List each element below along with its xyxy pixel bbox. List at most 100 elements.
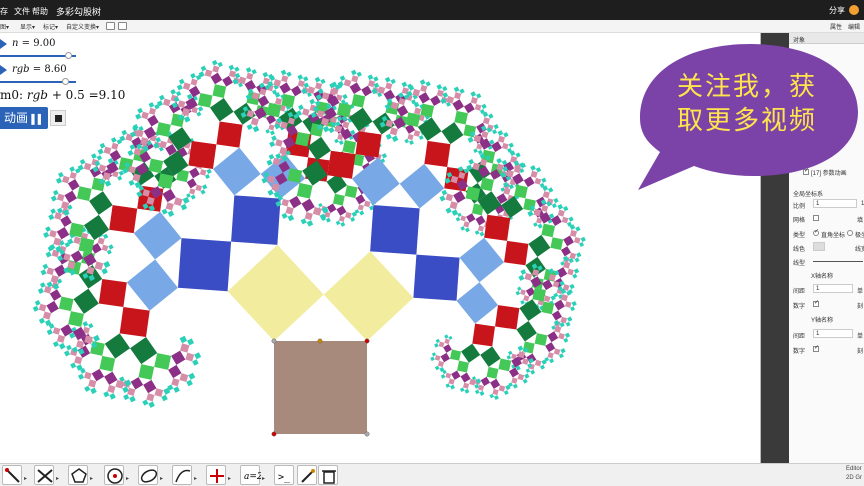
polygon-tool-dropdown[interactable]: ▸ bbox=[90, 475, 97, 484]
tree-square-level-6 bbox=[532, 287, 547, 302]
tree-square-level-9 bbox=[540, 364, 545, 370]
move-tool-icon[interactable] bbox=[2, 465, 22, 485]
toolbar-menu-transform[interactable]: 自定义变换▾ bbox=[66, 22, 99, 31]
tree-square-level-9 bbox=[48, 214, 55, 221]
delete-tool-icon[interactable] bbox=[318, 465, 338, 485]
tree-square-level-8 bbox=[53, 237, 62, 246]
promo-line-2: 取更多视频 bbox=[676, 106, 817, 136]
vertex-point[interactable] bbox=[364, 338, 370, 344]
tree-square-level-9 bbox=[175, 91, 182, 97]
tree-square-level-9 bbox=[580, 236, 586, 243]
user-avatar-icon[interactable] bbox=[849, 5, 859, 15]
vertex-point[interactable] bbox=[364, 431, 370, 437]
tree-square-level-6 bbox=[99, 355, 116, 372]
y-number-checkbox[interactable] bbox=[813, 344, 819, 352]
menu-save[interactable]: 存 bbox=[0, 6, 8, 17]
command-tool-icon[interactable]: >_ bbox=[274, 465, 294, 485]
bottom-toolbar: ▸ ▸ ▸ ▸ ▸ ▸ ▸ a=2 ▸ >_ Editor 2D Gr bbox=[0, 463, 864, 486]
type-polar-radio[interactable] bbox=[847, 230, 853, 236]
tree-square-level-7 bbox=[560, 246, 571, 257]
curve-tool-dropdown[interactable]: ▸ bbox=[194, 475, 201, 484]
curve-tool-icon[interactable] bbox=[172, 465, 192, 485]
tree-square-level-5 bbox=[480, 346, 501, 367]
tree-square-level-6 bbox=[68, 311, 84, 327]
menu-file[interactable]: 文件 bbox=[14, 6, 30, 17]
type-cartesian-radio[interactable] bbox=[813, 228, 819, 236]
tree-square-level-9 bbox=[419, 79, 426, 85]
tree-square-level-3 bbox=[399, 163, 445, 209]
polygon-tool-icon[interactable] bbox=[68, 465, 88, 485]
animation-button[interactable]: 动画 ▌▌ bbox=[0, 107, 48, 129]
tree-square-level-6 bbox=[498, 358, 512, 372]
tree-square-level-7 bbox=[547, 331, 559, 343]
line-width-label: 线宽 bbox=[855, 247, 864, 253]
line-style-preview[interactable] bbox=[813, 261, 863, 262]
tree-square-level-8 bbox=[275, 139, 283, 147]
tree-square-level-8 bbox=[56, 334, 66, 343]
toolbar-menu-display[interactable]: 显示▾ bbox=[20, 22, 35, 31]
vertex-point[interactable] bbox=[271, 338, 277, 344]
play-triangle-icon[interactable] bbox=[0, 65, 7, 75]
conic-tool-icon[interactable] bbox=[138, 465, 158, 485]
tree-square-level-9 bbox=[318, 202, 323, 208]
properties-tab[interactable]: 属性 bbox=[830, 22, 842, 31]
tree-square-level-8 bbox=[103, 146, 112, 155]
tree-square-level-8 bbox=[414, 107, 422, 115]
title-bar: 存 文件 帮助 多彩勾股树 分享 bbox=[0, 0, 864, 20]
tree-square-level-6 bbox=[449, 349, 462, 361]
scale-input[interactable]: 1 bbox=[813, 199, 857, 208]
tree-square-level-9 bbox=[79, 158, 86, 165]
magic-tool-icon[interactable] bbox=[297, 465, 317, 485]
menu-help[interactable]: 帮助 bbox=[32, 6, 48, 17]
tree-square-level-8 bbox=[498, 385, 506, 392]
line-color-swatch[interactable] bbox=[813, 242, 825, 251]
tree-square-level-7 bbox=[104, 371, 118, 385]
text-tool-icon[interactable]: a=2 bbox=[240, 465, 263, 485]
play-triangle-icon[interactable] bbox=[0, 39, 7, 49]
vertex-point[interactable] bbox=[317, 338, 323, 344]
tree-square-level-9 bbox=[470, 91, 477, 97]
x-interval-input[interactable]: 1 bbox=[813, 284, 853, 293]
stop-button[interactable] bbox=[50, 110, 66, 126]
tree-square-level-9 bbox=[45, 251, 52, 258]
x-number-checkbox[interactable] bbox=[813, 299, 819, 307]
tree-square-level-9 bbox=[128, 179, 135, 186]
circle-tool-dropdown[interactable]: ▸ bbox=[126, 475, 133, 484]
transform-tool-icon[interactable] bbox=[206, 465, 226, 485]
tree-square-level-8 bbox=[273, 79, 282, 87]
vertex-point[interactable] bbox=[271, 431, 277, 437]
edit-tab[interactable]: 编辑 bbox=[848, 22, 860, 31]
tree-square-level-8 bbox=[523, 295, 530, 302]
tree-square-level-4 bbox=[495, 305, 520, 330]
tree-square-level-8 bbox=[268, 124, 275, 131]
circle-tool-icon[interactable] bbox=[104, 465, 124, 485]
share-button[interactable]: 分享 bbox=[829, 5, 845, 16]
tree-square-level-8 bbox=[542, 191, 550, 199]
tree-square-level-9 bbox=[459, 88, 465, 94]
grid-checkbox[interactable] bbox=[813, 215, 819, 221]
zoom-out-icon[interactable] bbox=[118, 22, 127, 30]
tree-square-level-6 bbox=[405, 112, 421, 128]
formula-label: m0: bbox=[0, 88, 24, 102]
tree-square-level-9 bbox=[436, 84, 443, 90]
tree-square-level-8 bbox=[73, 236, 82, 245]
line-tool-icon[interactable] bbox=[34, 465, 54, 485]
move-tool-dropdown[interactable]: ▸ bbox=[24, 475, 31, 484]
tree-square-level-7 bbox=[451, 370, 461, 380]
tree-square-level-5 bbox=[441, 122, 464, 145]
tree-square-level-6 bbox=[480, 177, 494, 192]
transform-tool-dropdown[interactable]: ▸ bbox=[228, 475, 235, 484]
line-tool-dropdown[interactable]: ▸ bbox=[56, 475, 63, 484]
zoom-in-icon[interactable] bbox=[106, 22, 115, 30]
text-tool-dropdown[interactable]: ▸ bbox=[262, 475, 269, 484]
tree-square-level-8 bbox=[446, 95, 455, 104]
tree-square-level-9 bbox=[342, 94, 348, 100]
tree-square-level-7 bbox=[443, 344, 452, 353]
y-interval-input[interactable]: 1 bbox=[813, 329, 853, 338]
toolbar-menu-graph[interactable]: 图▾ bbox=[0, 22, 9, 31]
toolbar-menu-mark[interactable]: 标记▾ bbox=[43, 22, 58, 31]
conic-tool-dropdown[interactable]: ▸ bbox=[160, 475, 167, 484]
tree-square-level-8 bbox=[444, 338, 450, 345]
tree-square-level-8 bbox=[560, 294, 569, 302]
tree-square-level-9 bbox=[306, 220, 314, 227]
